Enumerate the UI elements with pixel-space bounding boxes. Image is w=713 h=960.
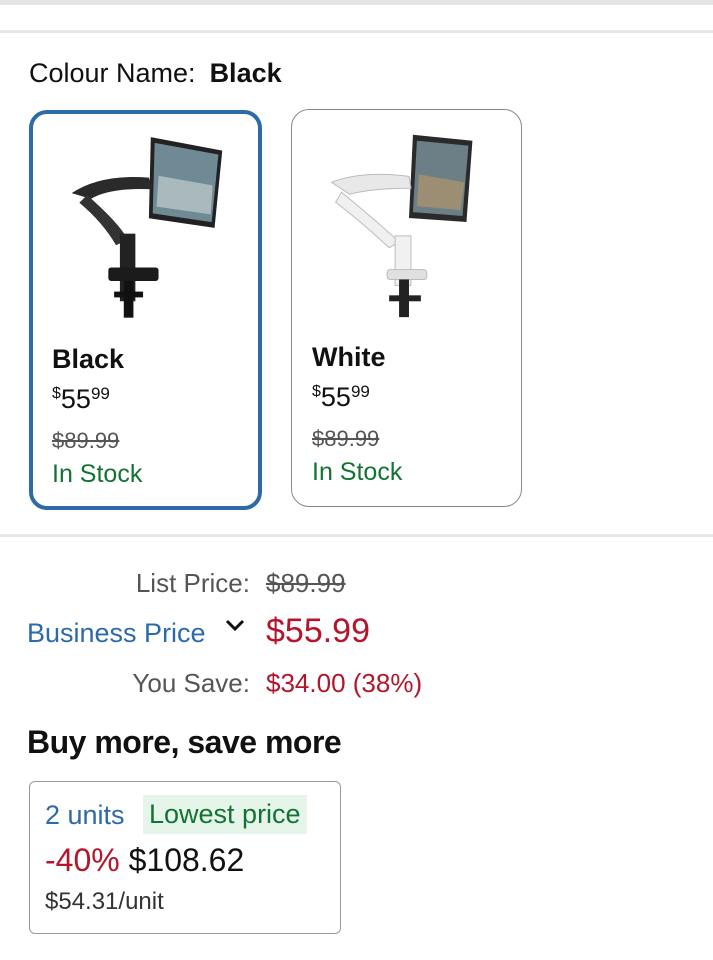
section-divider	[0, 534, 713, 537]
top-divider	[0, 0, 713, 5]
price-cents: 99	[350, 382, 370, 401]
lowest-price-badge: Lowest price	[143, 795, 307, 834]
list-price-value: $89.99	[266, 568, 346, 598]
price-whole: 55	[60, 384, 91, 414]
bulk-discount-title: Buy more, save more	[27, 724, 342, 760]
colour-name-label: Colour Name:	[29, 58, 196, 88]
bulk-units: 2 units	[45, 800, 125, 830]
colour-name-row: Colour Name: Black	[29, 58, 282, 89]
swatch-name: White	[312, 342, 386, 372]
swatch-black[interactable]: Black $5599 $89.99 In Stock	[29, 110, 262, 510]
swatch-stock: In Stock	[312, 458, 403, 486]
bulk-unit-price: $54.31/unit	[45, 888, 164, 915]
price-whole: 55	[320, 382, 351, 412]
swatch-stock: In Stock	[52, 460, 143, 488]
swatch-name: Black	[52, 344, 125, 374]
bulk-offer-card[interactable]: 2 units Lowest price -40% $108.62 $54.31…	[29, 781, 341, 934]
monitor-arm-white-image	[330, 134, 473, 318]
swatch-price: $5599	[312, 382, 370, 413]
list-price-label: List Price:	[135, 568, 250, 598]
bulk-discount-percent: -40%	[45, 842, 120, 878]
bulk-total-price: $108.62	[128, 842, 245, 878]
currency-symbol: $	[312, 383, 321, 400]
currency-symbol: $	[52, 385, 61, 402]
chevron-down-icon[interactable]	[224, 618, 246, 634]
colour-name-value: Black	[209, 58, 282, 88]
price-cents: 99	[90, 384, 110, 403]
bulk-price-row: -40% $108.62	[45, 842, 244, 879]
swatch-price: $5599	[52, 384, 110, 415]
business-price-dropdown[interactable]: Business Price	[27, 618, 206, 649]
you-save-label: You Save:	[132, 668, 250, 698]
business-price-value: $55.99	[266, 612, 370, 650]
swatch-white[interactable]: White $5599 $89.99 In Stock	[291, 109, 522, 507]
swatch-list-price: $89.99	[312, 426, 380, 451]
you-save-value: $34.00 (38%)	[266, 668, 423, 698]
monitor-arm-black-image	[71, 137, 223, 318]
section-divider	[0, 30, 713, 33]
swatch-list-price: $89.99	[52, 428, 120, 453]
